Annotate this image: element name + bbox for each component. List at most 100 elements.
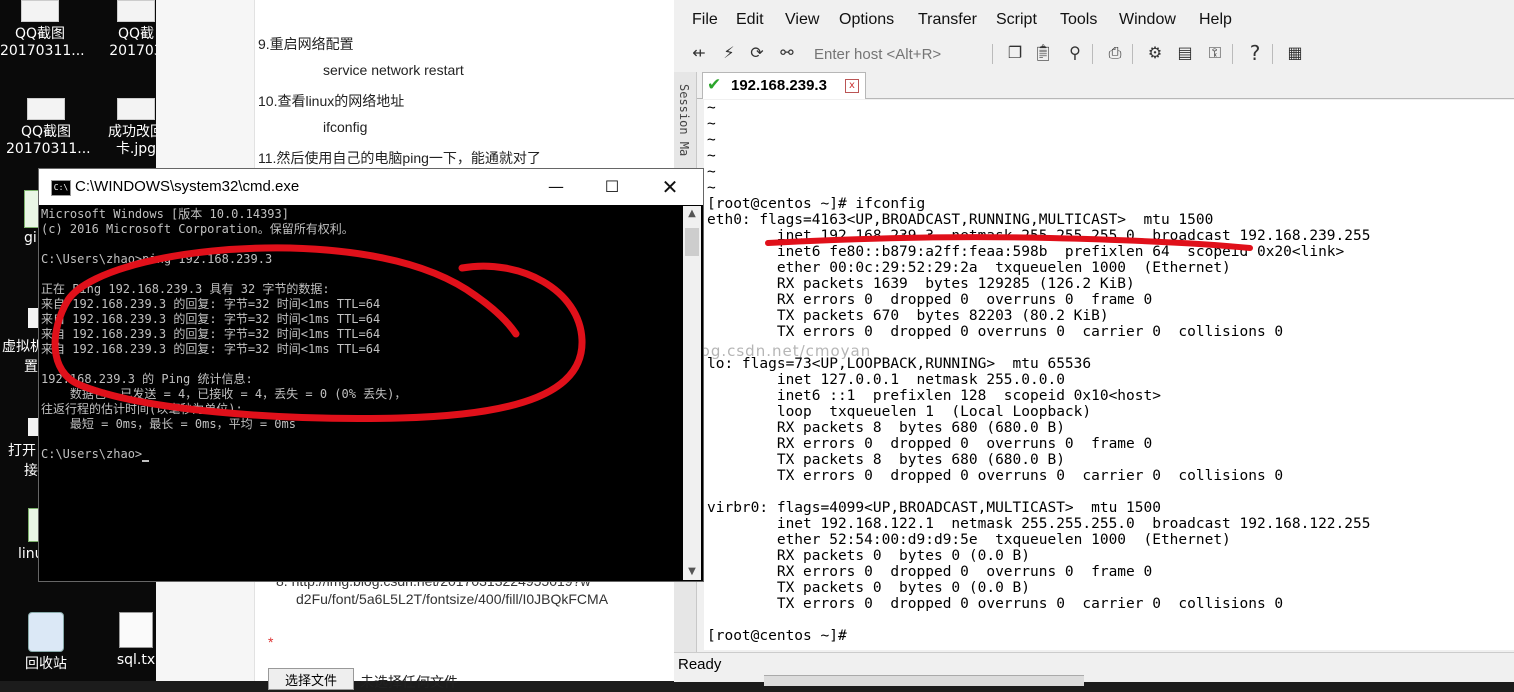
- find-icon[interactable]: ⚲: [1064, 42, 1086, 64]
- menu-options[interactable]: Options: [839, 11, 894, 29]
- menu-transfer[interactable]: Transfer: [918, 11, 977, 29]
- terminal-line: TX errors 0 dropped 0 overruns 0 carrier…: [707, 596, 1284, 612]
- desktop-icon-label: gi: [24, 230, 37, 246]
- connected-check-icon: ✔: [707, 75, 722, 95]
- terminal-line: inet 192.168.239.3 netmask 255.255.255.0…: [707, 228, 1371, 244]
- toolbar-separator: [1092, 44, 1093, 64]
- cmd-line: (c) 2016 Microsoft Corporation。保留所有权利。: [41, 222, 354, 236]
- connect-icon[interactable]: ⇷: [688, 42, 710, 64]
- cmd-line: [41, 237, 406, 252]
- toolbar-separator: [1132, 44, 1133, 64]
- paste-icon[interactable]: 📋︎: [1032, 42, 1054, 64]
- terminal-lines: ~ ~ ~ ~ ~ ~ [root@centos ~]# ifconfig eth0: fla…: [707, 100, 1370, 644]
- cmd-title-bar[interactable]: C:\ C:\WINDOWS\system32\cmd.exe — ☐ ✕: [39, 169, 703, 205]
- session-manager-label: Session Ma: [677, 84, 691, 157]
- cmd-line: 往返行程的估计时间(以毫秒为单位):: [41, 402, 243, 416]
- image-file-icon: [117, 98, 155, 120]
- cmd-scrollbar[interactable]: ▲ ▼: [683, 206, 701, 580]
- cmd-line: C:\Users\zhao>ping 192.168.239.3: [41, 252, 273, 266]
- toolbar-separator: [992, 44, 993, 64]
- session-tab[interactable]: ✔ 192.168.239.3 x: [702, 72, 866, 99]
- close-tab-icon[interactable]: x: [845, 79, 859, 93]
- image-file-icon: [21, 0, 59, 22]
- blog-step-9: 9.重启网络配置: [258, 36, 354, 52]
- terminal-line: RX errors 0 dropped 0 overruns 0 frame 0: [707, 436, 1153, 452]
- menu-edit[interactable]: Edit: [736, 11, 764, 29]
- copy-icon[interactable]: ❐: [1004, 42, 1026, 64]
- text-file-icon: [119, 612, 153, 648]
- cmd-window: C:\ C:\WINDOWS\system32\cmd.exe — ☐ ✕ Mi…: [38, 168, 704, 582]
- choose-file-button[interactable]: 选择文件: [268, 668, 354, 690]
- desktop-icon-label: 20170311...: [6, 141, 91, 157]
- cmd-line: [41, 357, 406, 372]
- menu-view[interactable]: View: [785, 11, 819, 29]
- quick-connect-icon[interactable]: ⚡: [718, 42, 740, 64]
- terminal-output[interactable]: ~ ~ ~ ~ ~ ~ [root@centos ~]# ifconfig eth0: fla…: [704, 100, 1514, 650]
- disconnect-icon[interactable]: ⚯: [776, 42, 798, 64]
- terminal-line: RX packets 0 bytes 0 (0.0 B): [707, 548, 1031, 564]
- terminal-line: ~: [707, 148, 716, 164]
- cmd-lines: Microsoft Windows [版本 10.0.14393] (c) 201…: [41, 207, 406, 462]
- desktop-icon-open-connect[interactable]: 打开 接: [8, 418, 42, 480]
- toolbar-separator: [1272, 44, 1273, 64]
- terminal-line: virbr0: flags=4099<UP,BROADCAST,MULTICAS…: [707, 500, 1161, 516]
- toolbar-separator: [1232, 44, 1233, 64]
- terminal-line: ~: [707, 180, 716, 196]
- terminal-line: ether 00:0c:29:52:29:2a txqueuelen 1000 …: [707, 260, 1231, 276]
- scroll-thumb[interactable]: [685, 228, 699, 256]
- cmd-line: 最短 = 0ms，最长 = 0ms，平均 = 0ms: [41, 417, 296, 431]
- menu-script[interactable]: Script: [996, 11, 1037, 29]
- cmd-line: 正在 Ping 192.168.239.3 具有 32 字节的数据:: [41, 282, 330, 296]
- menu-file[interactable]: File: [692, 11, 718, 29]
- desktop-icon-label: 打开: [8, 443, 36, 459]
- enter-host-input[interactable]: [812, 42, 986, 66]
- menu-window[interactable]: Window: [1119, 11, 1176, 29]
- recycle-bin-icon: [28, 612, 64, 652]
- image-icon[interactable]: ▦: [1284, 42, 1306, 64]
- terminal-line: TX errors 0 dropped 0 overruns 0 carrier…: [707, 324, 1284, 340]
- desktop-icon-label: 回收站: [25, 656, 67, 672]
- terminal-line: inet6 ::1 prefixlen 128 scopeid 0x10<hos…: [707, 388, 1161, 404]
- minimize-icon[interactable]: —: [533, 169, 579, 205]
- desktop-icon-qq-screenshot-3[interactable]: QQ截图 20170311...: [6, 98, 91, 158]
- settings-icon[interactable]: ⚙: [1144, 42, 1166, 64]
- sftp-icon[interactable]: ▤: [1174, 42, 1196, 64]
- cmd-line: [41, 267, 406, 282]
- help-icon[interactable]: ?: [1244, 42, 1266, 64]
- terminal-line: [root@centos ~]#: [707, 628, 847, 644]
- image-file-icon: [117, 0, 155, 22]
- securecrt-window: File Edit View Options Transfer Script T…: [674, 0, 1514, 686]
- required-marker: *: [268, 634, 274, 650]
- menu-bar: File Edit View Options Transfer Script T…: [674, 8, 1514, 34]
- menu-help[interactable]: Help: [1199, 11, 1232, 29]
- maximize-icon[interactable]: ☐: [589, 169, 635, 205]
- close-icon[interactable]: ✕: [647, 169, 693, 205]
- menu-tools[interactable]: Tools: [1060, 11, 1097, 29]
- terminal-line: TX packets 8 bytes 680 (680.0 B): [707, 452, 1065, 468]
- blog-command: ifconfig: [323, 119, 368, 135]
- cmd-console[interactable]: Microsoft Windows [版本 10.0.14393] (c) 201…: [41, 207, 683, 579]
- image-file-icon: [27, 98, 65, 120]
- scroll-up-icon[interactable]: ▲: [683, 206, 701, 222]
- terminal-line: ether 52:54:00:d9:d9:5e txqueuelen 1000 …: [707, 532, 1231, 548]
- cmd-line: 来自 192.168.239.3 的回复: 字节=32 时间<1ms TTL=6…: [41, 297, 381, 311]
- cmd-line: 来自 192.168.239.3 的回复: 字节=32 时间<1ms TTL=6…: [41, 342, 381, 356]
- desktop-icon-label: QQ截图: [20, 124, 72, 140]
- reconnect-icon[interactable]: ⟳: [746, 42, 768, 64]
- terminal-line: eth0: flags=4163<UP,BROADCAST,RUNNING,MU…: [707, 212, 1214, 228]
- terminal-line: RX errors 0 dropped 0 overruns 0 frame 0: [707, 564, 1153, 580]
- print-icon[interactable]: ⎙: [1104, 42, 1126, 64]
- terminal-line: TX packets 670 bytes 82203 (80.2 KiB): [707, 308, 1109, 324]
- desktop-icon-recycle-bin[interactable]: 回收站: [6, 612, 86, 673]
- scroll-down-icon[interactable]: ▼: [683, 564, 701, 580]
- terminal-line: [root@centos ~]# ifconfig: [707, 196, 926, 212]
- desktop-icon-label: QQ截图: [14, 26, 66, 42]
- session-tab-bar: ✔ 192.168.239.3 x: [674, 70, 1514, 99]
- blog-image-link[interactable]: d2Fu/font/5a6L5L2T/fontsize/400/fill/I0J…: [296, 591, 608, 607]
- cmd-line: 192.168.239.3 的 Ping 统计信息:: [41, 372, 253, 386]
- terminal-line: ~: [707, 132, 716, 148]
- key-icon[interactable]: ⚿: [1204, 42, 1226, 64]
- terminal-line: RX errors 0 dropped 0 overruns 0 frame 0: [707, 292, 1153, 308]
- desktop-icon-qq-screenshot-1[interactable]: QQ截图 20170311...: [0, 0, 85, 60]
- status-text: Ready: [678, 656, 722, 673]
